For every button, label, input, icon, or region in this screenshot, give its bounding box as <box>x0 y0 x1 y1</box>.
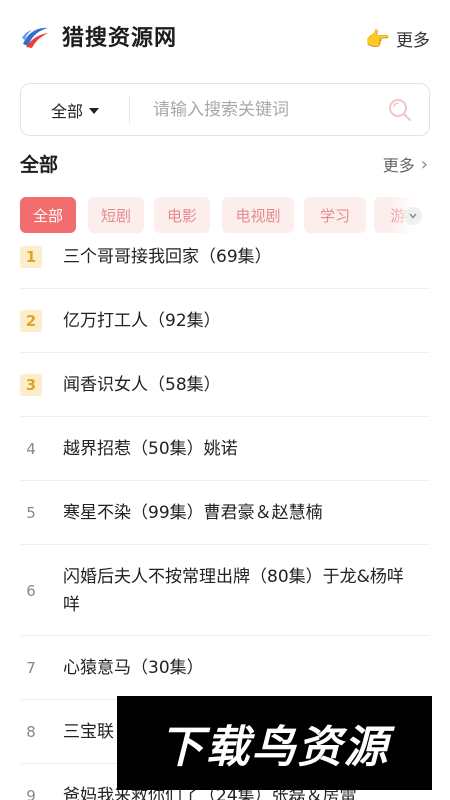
rank-badge: 1 <box>20 246 42 268</box>
list-item[interactable]: 5 寒星不染（99集）曹君豪＆赵慧楠 <box>20 481 430 545</box>
header-more-button[interactable]: 👉 更多 <box>365 26 430 52</box>
search-scope-dropdown[interactable]: 全部 <box>21 84 129 135</box>
rank-badge: 6 <box>26 581 36 600</box>
pointing-hand-icon: 👉 <box>365 26 390 51</box>
list-item-title: 心猿意马（30集） <box>63 658 204 678</box>
watermark-text: 下载鸟资源 <box>159 722 390 773</box>
rank-badge: 2 <box>20 310 42 332</box>
search-divider <box>129 96 130 124</box>
chevron-right-icon: › <box>420 153 428 175</box>
section-more-button[interactable]: 更多 › <box>383 152 428 176</box>
list-item[interactable]: 6 闪婚后夫人不按常理出牌（80集）于龙&杨咩咩 <box>20 545 430 636</box>
rank-badge: 9 <box>26 787 36 800</box>
header-more-label: 更多 <box>396 31 430 51</box>
rank-badge: 3 <box>20 374 42 396</box>
list-item[interactable]: 3 闻香识女人（58集） <box>20 353 430 417</box>
list-item-title: 闻香识女人（58集） <box>63 375 221 395</box>
list-item-title: 三个哥哥接我回家（69集） <box>63 247 272 267</box>
list-item[interactable]: 7 心猿意马（30集） <box>20 636 430 700</box>
watermark-overlay: 下载鸟资源 <box>117 696 432 790</box>
list-item-title: 越界招惹（50集）姚诺 <box>63 439 238 459</box>
chevron-down-icon <box>409 213 417 219</box>
caret-down-icon <box>89 107 99 114</box>
search-scope-label: 全部 <box>50 101 83 121</box>
search-bar: 全部 <box>20 83 430 136</box>
list-item-title: 亿万打工人（92集） <box>63 311 221 331</box>
search-icon[interactable] <box>387 97 413 123</box>
list-item[interactable]: 1 三个哥哥接我回家（69集） <box>20 225 430 289</box>
list-item[interactable]: 2 亿万打工人（92集） <box>20 289 430 353</box>
swoosh-logo-icon <box>22 27 48 48</box>
app-header: 猎搜资源网 👉 更多 <box>0 0 450 76</box>
list-item-title: 闪婚后夫人不按常理出牌（80集）于龙&杨咩咩 <box>63 566 404 615</box>
list-item-title: 寒星不染（99集）曹君豪＆赵慧楠 <box>63 503 323 523</box>
tabs-expand-button[interactable] <box>404 207 422 225</box>
list-item[interactable]: 4 越界招惹（50集）姚诺 <box>20 417 430 481</box>
app-title: 猎搜资源网 <box>62 26 178 51</box>
rank-badge: 7 <box>26 659 36 677</box>
section-title: 全部 <box>20 154 59 176</box>
rank-badge: 8 <box>26 723 36 741</box>
rank-badge: 4 <box>26 440 36 458</box>
section-more-label: 更多 <box>382 156 415 175</box>
search-input[interactable] <box>153 94 383 126</box>
rank-badge: 5 <box>26 504 36 522</box>
